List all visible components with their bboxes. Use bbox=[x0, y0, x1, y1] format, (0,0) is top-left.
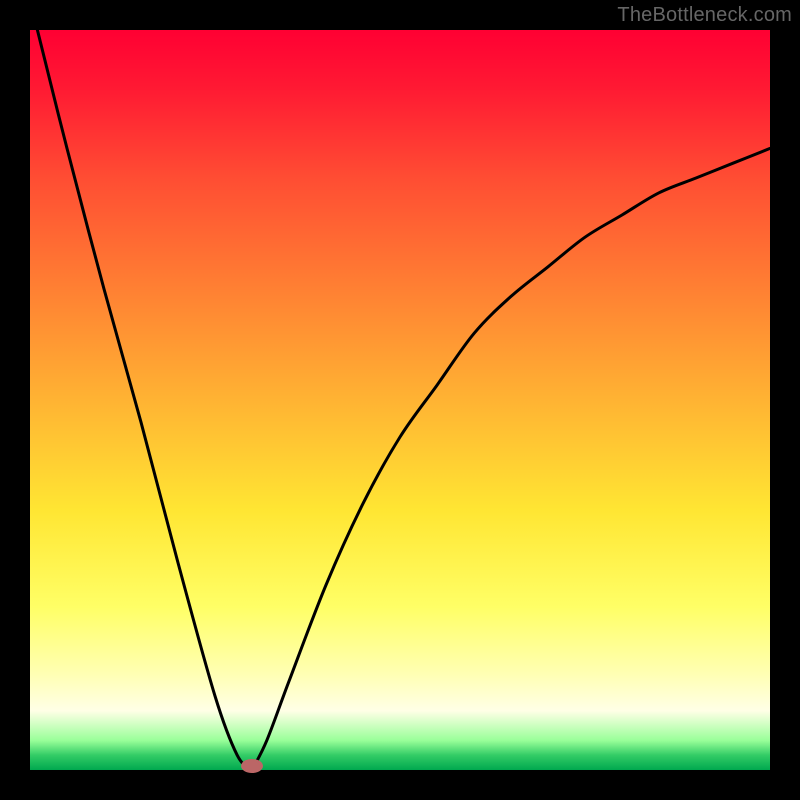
plot-area bbox=[30, 30, 770, 770]
watermark-text: TheBottleneck.com bbox=[617, 4, 792, 27]
plot-svg bbox=[30, 30, 770, 770]
curve-left bbox=[37, 30, 252, 770]
curve-right bbox=[252, 148, 770, 770]
min-marker bbox=[241, 759, 263, 773]
chart-frame: TheBottleneck.com bbox=[0, 0, 800, 800]
